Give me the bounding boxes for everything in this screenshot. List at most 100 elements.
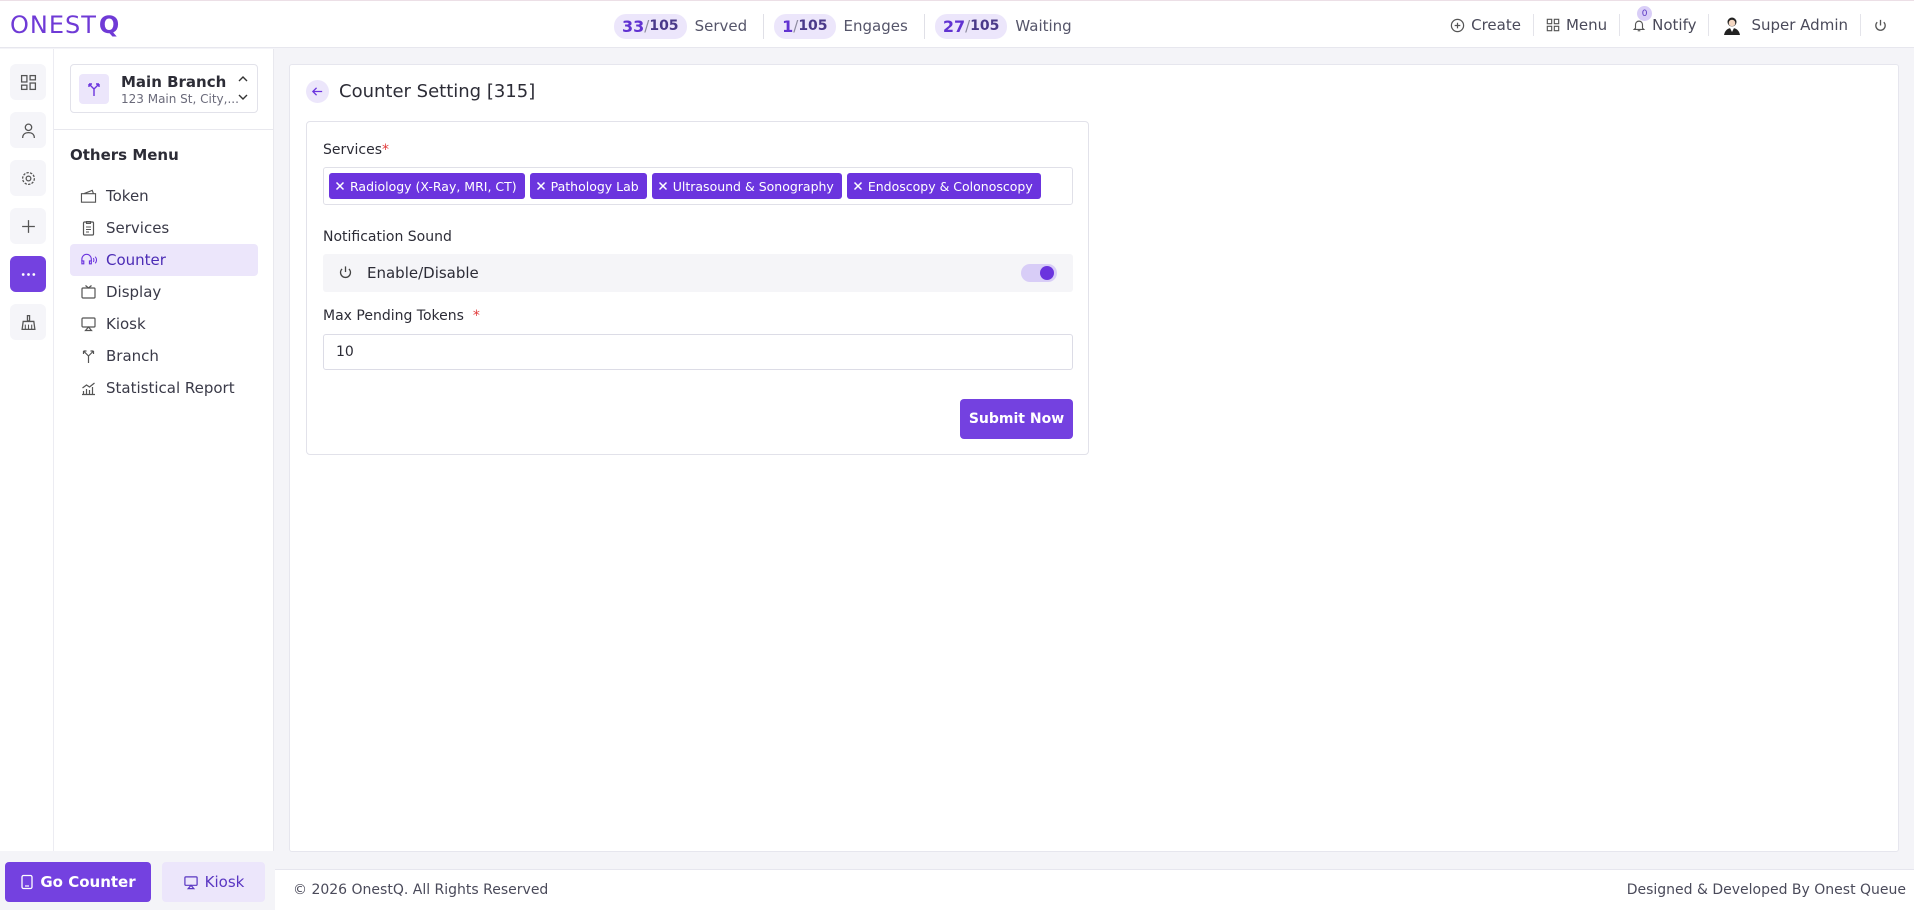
sidebar: Main Branch 123 Main St, City,... Others…: [54, 49, 274, 851]
rail-settings-button[interactable]: [10, 160, 46, 196]
sidebar-item-label: Token: [106, 187, 149, 205]
branch-name: Main Branch: [121, 73, 227, 91]
go-counter-label: Go Counter: [40, 873, 136, 891]
divider: [54, 129, 274, 130]
stat-current: 1: [782, 16, 794, 36]
queue-stats: 33/105 Served 1/105 Engages 27/105 Waiti…: [614, 13, 1098, 39]
logo-text: ONEST: [10, 11, 97, 39]
ticket-icon: [80, 189, 106, 204]
required-mark: *: [382, 142, 390, 158]
dashboard-icon: [20, 74, 37, 91]
chart-icon: [80, 380, 106, 396]
power-icon: [338, 265, 353, 280]
sidebar-item-label: Display: [106, 283, 162, 301]
sidebar-item-statistical-report[interactable]: Statistical Report: [70, 372, 258, 404]
stat-served: 33/105 Served: [614, 13, 765, 39]
close-icon[interactable]: [658, 181, 673, 191]
menu-title: Others Menu: [70, 146, 179, 164]
main-panel: Counter Setting [315] Services* Radiolog…: [289, 64, 1899, 852]
service-tag[interactable]: Ultrasound & Sonography: [651, 173, 842, 199]
sidebar-item-branch[interactable]: Branch: [70, 340, 258, 372]
stat-engages: 1/105 Engages: [774, 13, 925, 39]
stat-total: 105: [798, 18, 828, 34]
rail-user-button[interactable]: [10, 112, 46, 148]
service-tag-label: Pathology Lab: [550, 178, 639, 194]
power-icon: [1873, 18, 1894, 33]
clipboard-icon: [80, 220, 106, 236]
sidebar-item-label: Kiosk: [106, 315, 146, 333]
service-tag[interactable]: Radiology (X-Ray, MRI, CT): [329, 173, 525, 199]
user-menu[interactable]: Super Admin: [1709, 14, 1861, 36]
rail-dashboard-button[interactable]: [10, 64, 46, 100]
icon-rail: [0, 49, 54, 851]
rail-more-button[interactable]: [10, 256, 46, 292]
max-pending-input[interactable]: [323, 334, 1073, 370]
stat-total: 105: [649, 18, 679, 34]
rail-add-button[interactable]: [10, 208, 46, 244]
service-tag-label: Radiology (X-Ray, MRI, CT): [350, 178, 517, 194]
monitor-icon: [183, 875, 205, 890]
top-bar: ONEST Q 33/105 Served 1/105 Engages 27/10…: [0, 0, 1914, 48]
more-dots-icon: [20, 266, 37, 283]
sidebar-item-display[interactable]: Display: [70, 276, 258, 308]
branch-address: 123 Main St, City,...: [121, 92, 239, 106]
sidebar-item-label: Statistical Report: [106, 379, 235, 397]
stat-pill: 1/105: [774, 13, 836, 39]
stat-pill: 27/105: [934, 13, 1008, 39]
bottom-buttons: Go Counter Kiosk: [5, 862, 265, 902]
kiosk-label: Kiosk: [204, 873, 245, 891]
branch-icon: [80, 348, 106, 364]
service-tag[interactable]: Pathology Lab: [529, 173, 647, 199]
logout-button[interactable]: [1861, 14, 1894, 36]
logo-q: Q: [98, 11, 121, 39]
create-label: Create: [1471, 16, 1521, 34]
notification-sound-label: Notification Sound: [323, 229, 452, 245]
app-logo[interactable]: ONEST Q: [10, 11, 121, 39]
kiosk-button[interactable]: Kiosk: [162, 862, 265, 902]
menu-list: Token Services Counter Display Kiosk Bra…: [70, 180, 258, 404]
stat-label: Engages: [843, 17, 908, 35]
close-icon[interactable]: [536, 181, 551, 191]
credits-text: Designed & Developed By Onest Queue: [1626, 882, 1906, 898]
rail-clean-button[interactable]: [10, 304, 46, 340]
stat-pill: 33/105: [614, 13, 687, 39]
notification-sound-toggle[interactable]: [1021, 264, 1057, 282]
submit-button[interactable]: Submit Now: [960, 399, 1073, 439]
services-multiselect[interactable]: Radiology (X-Ray, MRI, CT) Pathology Lab…: [323, 167, 1073, 205]
notification-sound-row: Enable/Disable: [323, 254, 1073, 292]
back-button[interactable]: [306, 80, 329, 103]
stat-total: 105: [970, 18, 1000, 34]
top-actions: Create Menu 0 Notify Super Admin: [1438, 6, 1894, 39]
sidebar-item-token[interactable]: Token: [70, 180, 258, 212]
services-label-text: Services: [323, 142, 383, 158]
close-icon[interactable]: [853, 181, 868, 191]
branch-icon: [79, 74, 109, 104]
service-tag-label: Ultrasound & Sonography: [672, 178, 834, 194]
branch-selector[interactable]: Main Branch 123 Main St, City,...: [70, 64, 258, 113]
gear-icon: [20, 170, 37, 187]
menu-button[interactable]: Menu: [1534, 14, 1621, 36]
toggle-label: Enable/Disable: [367, 264, 479, 282]
max-pending-label-text: Max Pending Tokens: [323, 308, 464, 324]
sidebar-item-counter[interactable]: Counter: [70, 244, 258, 276]
broom-icon: [20, 314, 37, 331]
close-icon[interactable]: [335, 181, 350, 191]
sidebar-item-label: Services: [106, 219, 170, 237]
notify-label: Notify: [1652, 16, 1697, 34]
notify-button[interactable]: 0 Notify: [1620, 6, 1710, 36]
service-tag[interactable]: Endoscopy & Colonoscopy: [846, 173, 1041, 199]
sidebar-item-services[interactable]: Services: [70, 212, 258, 244]
sidebar-item-label: Counter: [106, 251, 166, 269]
headset-icon: [80, 252, 106, 268]
menu-label: Menu: [1565, 16, 1608, 34]
service-tag-label: Endoscopy & Colonoscopy: [867, 178, 1033, 194]
grid-icon: [1546, 18, 1566, 32]
plus-icon: [20, 218, 37, 235]
create-button[interactable]: Create: [1438, 14, 1534, 36]
plus-circle-icon: [1450, 18, 1471, 33]
sidebar-item-kiosk[interactable]: Kiosk: [70, 308, 258, 340]
go-counter-button[interactable]: Go Counter: [5, 862, 151, 902]
stat-current: 27: [942, 16, 966, 36]
user-name: Super Admin: [1751, 16, 1848, 34]
monitor-icon: [80, 316, 106, 332]
